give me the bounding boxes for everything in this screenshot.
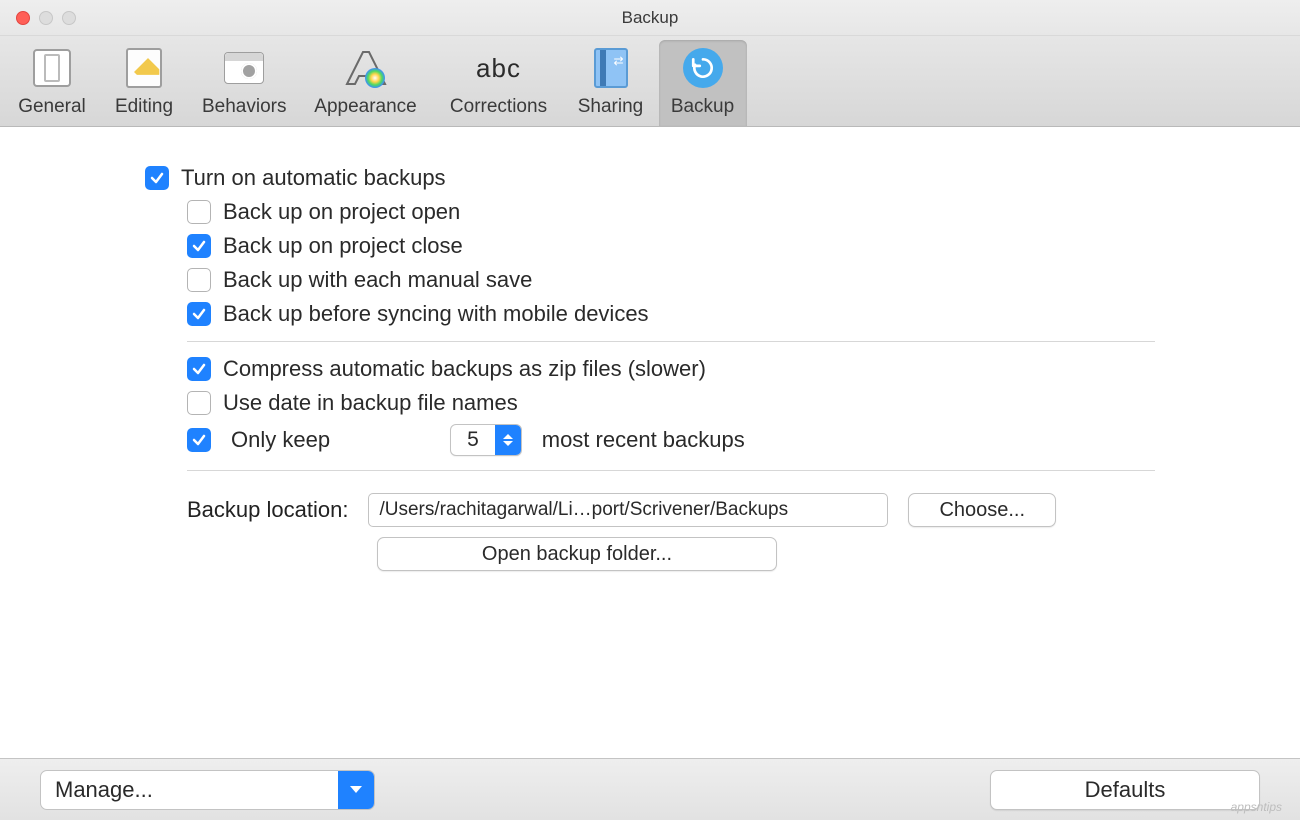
close-window-button[interactable]: [16, 11, 30, 25]
choose-button[interactable]: Choose...: [908, 493, 1056, 527]
corrections-icon: abc: [476, 48, 522, 88]
tab-general[interactable]: General: [8, 40, 96, 126]
preferences-toolbar: General Editing Behaviors Appearance abc…: [0, 36, 1300, 127]
option-label: Back up on project open: [223, 199, 460, 225]
editing-icon: [121, 48, 167, 88]
checkbox-auto-backups[interactable]: [145, 166, 169, 190]
tab-label: Backup: [671, 96, 734, 118]
minimize-window-button[interactable]: [39, 11, 53, 25]
window-controls: [0, 11, 76, 25]
tab-label: General: [18, 96, 86, 118]
general-icon: [29, 48, 75, 88]
open-backup-folder-button[interactable]: Open backup folder...: [377, 537, 777, 571]
tab-corrections[interactable]: abc Corrections: [435, 40, 563, 126]
option-row: Back up on project open: [187, 199, 1155, 225]
separator: [187, 470, 1155, 471]
checkbox-backup-manual-save[interactable]: [187, 268, 211, 292]
option-row: Back up with each manual save: [187, 267, 1155, 293]
checkbox-backup-before-sync[interactable]: [187, 302, 211, 326]
backup-panel: Turn on automatic backups Back up on pro…: [0, 127, 1300, 591]
option-label-suffix: most recent backups: [542, 427, 745, 453]
zoom-window-button[interactable]: [62, 11, 76, 25]
footer: Manage... Defaults: [0, 758, 1300, 820]
option-label: Compress automatic backups as zip files …: [223, 356, 706, 382]
checkbox-only-keep[interactable]: [187, 428, 211, 452]
select-keep-count[interactable]: 5: [450, 424, 522, 456]
stepper-icon: [495, 424, 521, 456]
tab-label: Behaviors: [202, 96, 287, 118]
checkbox-compress-zip[interactable]: [187, 357, 211, 381]
tab-behaviors[interactable]: Behaviors: [192, 40, 297, 126]
option-row: Use date in backup file names: [187, 390, 1155, 416]
backup-location-row: Backup location: /Users/rachitagarwal/Li…: [187, 493, 1155, 527]
open-folder-row: Open backup folder...: [187, 537, 1155, 571]
window-title: Backup: [0, 0, 1300, 36]
backup-location-field[interactable]: /Users/rachitagarwal/Li…port/Scrivener/B…: [368, 493, 888, 527]
tab-editing[interactable]: Editing: [100, 40, 188, 126]
tab-backup[interactable]: Backup: [659, 40, 747, 126]
watermark: appsntips: [1231, 800, 1282, 814]
tab-label: Editing: [115, 96, 173, 118]
chevron-down-icon: [338, 770, 374, 810]
tab-label: Corrections: [450, 96, 547, 118]
checkbox-backup-on-close[interactable]: [187, 234, 211, 258]
tab-label: Appearance: [314, 96, 416, 118]
select-value: 5: [451, 428, 495, 452]
defaults-button[interactable]: Defaults: [990, 770, 1260, 810]
behaviors-icon: [221, 48, 267, 88]
tab-sharing[interactable]: Sharing: [567, 40, 655, 126]
option-label: Use date in backup file names: [223, 390, 518, 416]
option-label: Back up on project close: [223, 233, 463, 259]
option-label: Back up before syncing with mobile devic…: [223, 301, 649, 327]
checkbox-use-date[interactable]: [187, 391, 211, 415]
titlebar: Backup: [0, 0, 1300, 36]
checkbox-backup-on-open[interactable]: [187, 200, 211, 224]
option-label: Back up with each manual save: [223, 267, 532, 293]
manage-dropdown[interactable]: Manage...: [40, 770, 375, 810]
dropdown-value: Manage...: [41, 777, 338, 803]
tab-label: Sharing: [578, 96, 644, 118]
backup-icon: [680, 48, 726, 88]
option-row: Compress automatic backups as zip files …: [187, 356, 1155, 382]
location-label: Backup location:: [187, 497, 348, 523]
option-label: Turn on automatic backups: [181, 165, 446, 191]
option-row: Only keep 5 most recent backups: [187, 424, 1155, 456]
tab-appearance[interactable]: Appearance: [301, 40, 431, 126]
appearance-icon: [343, 48, 389, 88]
separator: [187, 341, 1155, 342]
option-row: Back up on project close: [187, 233, 1155, 259]
sharing-icon: [588, 48, 634, 88]
option-row: Back up before syncing with mobile devic…: [187, 301, 1155, 327]
option-label: Only keep: [231, 427, 330, 453]
option-row: Turn on automatic backups: [145, 165, 1155, 191]
